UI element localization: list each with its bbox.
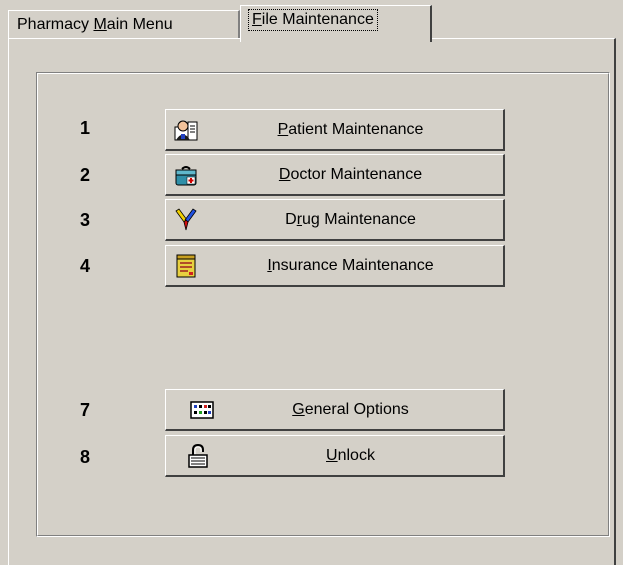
patient-icon [174,118,198,142]
button-label: Patient Maintenance [277,121,424,138]
app-window: Pharmacy Main Menu File Maintenance 1 Pa… [0,0,623,565]
tab-file-maintenance[interactable]: File Maintenance [240,5,432,42]
general-options-button[interactable]: General Options [165,389,505,431]
drug-icon [174,208,198,232]
tab-label-hotkey: F [252,11,262,28]
tab-label-pre: Pharmacy [17,16,94,33]
tab-label-post: ile Maintenance [261,11,374,28]
button-label: General Options [292,401,409,418]
menu-number-8: 8 [80,447,91,467]
button-label: Doctor Maintenance [278,166,423,183]
tab-label-post: ain Menu [106,16,173,33]
button-label: Insurance Maintenance [267,257,434,274]
insurance-maintenance-button[interactable]: Insurance Maintenance [165,245,505,287]
unlock-button[interactable]: Unlock [165,435,505,477]
menu-number-4: 4 [80,256,91,276]
patient-maintenance-button[interactable]: Patient Maintenance [165,109,505,151]
tab-label-hotkey: M [93,16,107,33]
insurance-icon [174,254,198,278]
menu-number-7: 7 [80,400,91,420]
menu-number-2: 2 [80,165,91,185]
button-label: Drug Maintenance [285,211,416,228]
doctor-bag-icon [174,163,198,187]
drug-maintenance-button[interactable]: Drug Maintenance [165,199,505,241]
menu-number-1: 1 [80,118,91,138]
doctor-maintenance-button[interactable]: Doctor Maintenance [165,154,505,196]
tab-pharmacy-main-menu[interactable]: Pharmacy Main Menu [8,10,240,40]
menu-number-3: 3 [80,210,91,230]
button-label: Unlock [326,447,375,464]
tab-focus-box: File Maintenance [248,9,378,31]
